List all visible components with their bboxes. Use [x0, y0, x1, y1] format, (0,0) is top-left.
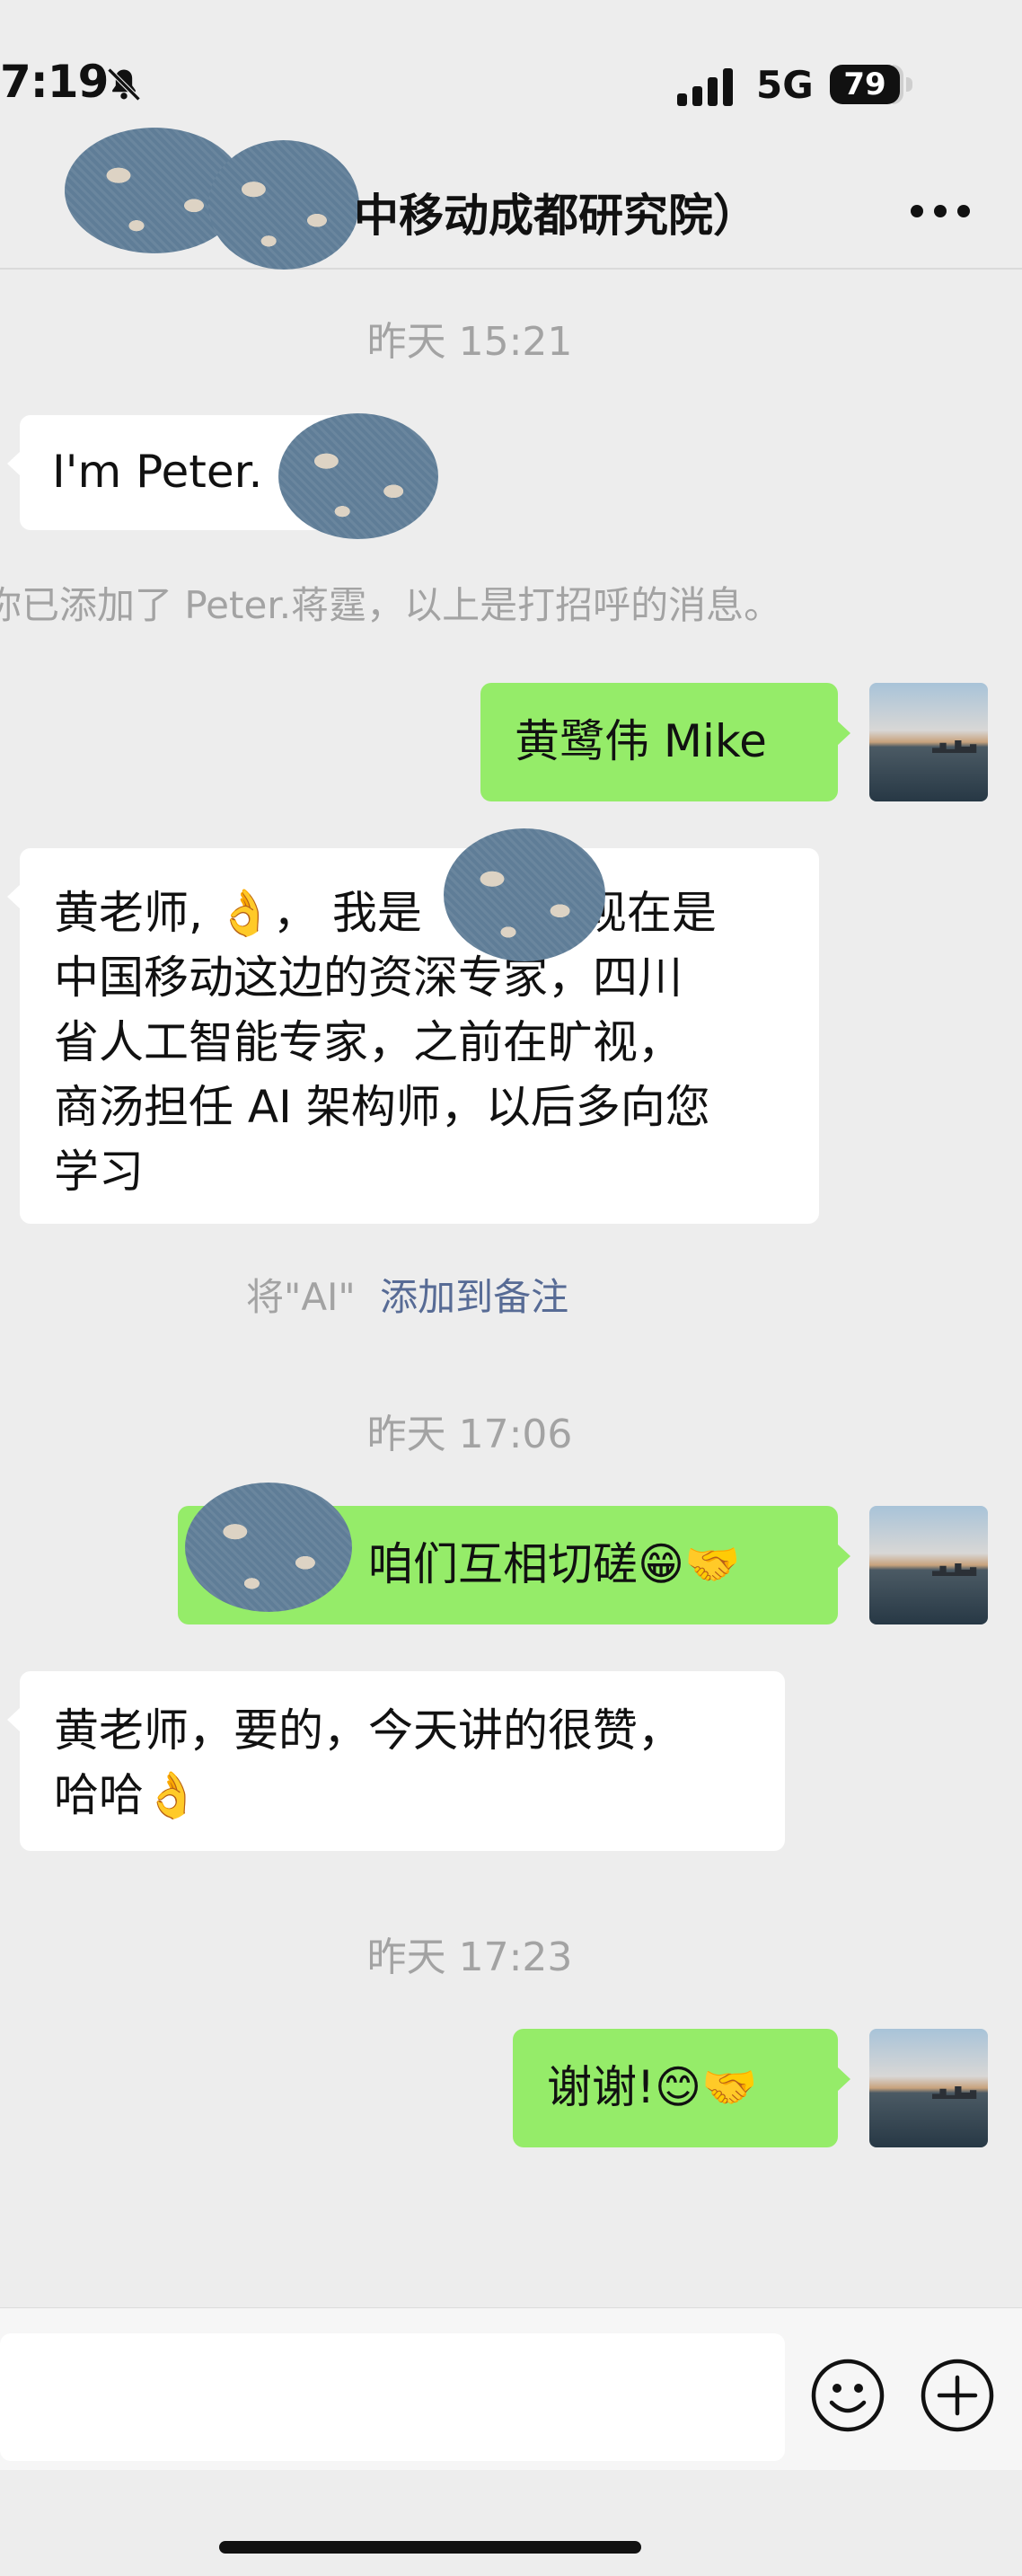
received-message-bubble[interactable]: 黄老师, 👌， 我是 现在是 中国移动这边的资深专家，四川 省人工智能专家，之前在…	[7, 848, 819, 1224]
status-time: 7:19	[0, 56, 109, 108]
remark-suggestion: 将"AI" 添加到备注	[246, 1267, 568, 1322]
my-avatar[interactable]	[869, 2029, 988, 2147]
privacy-mask	[278, 413, 438, 539]
message-input[interactable]	[0, 2333, 785, 2461]
sent-message-bubble[interactable]: 谢谢!😊🤝	[513, 2029, 850, 2147]
message-text: 哈哈👌	[54, 1769, 200, 1821]
timestamp: 昨天 17:06	[366, 1412, 573, 1457]
add-remark-link[interactable]: 添加到备注	[380, 1275, 568, 1319]
battery-tip	[906, 77, 912, 92]
timestamp: 昨天 17:23	[366, 1934, 573, 1980]
message-text: 黄老师，要的，今天讲的很赞，	[54, 1704, 683, 1757]
message-text: 黄老师, 👌， 我是	[54, 887, 422, 939]
privacy-mask	[185, 1483, 352, 1612]
home-indicator[interactable]	[219, 2541, 641, 2554]
bell-slash-icon	[107, 67, 141, 102]
received-message-bubble[interactable]: 黄老师，要的，今天讲的很赞， 哈哈👌	[7, 1671, 785, 1851]
my-avatar[interactable]	[869, 1506, 988, 1624]
emoji-icon[interactable]	[810, 2358, 885, 2433]
plus-icon[interactable]	[920, 2358, 995, 2433]
message-text: 省人工智能专家，之前在旷视，	[54, 1016, 683, 1068]
message-text: I'm Peter.	[52, 446, 263, 498]
message-text: 学习	[54, 1146, 144, 1198]
message-text: 咱们互相切磋😁🤝	[368, 1538, 741, 1590]
sent-message-bubble[interactable]: 黄鹭伟 Mike	[480, 683, 850, 801]
network-type: 5G	[756, 63, 814, 107]
my-avatar[interactable]	[869, 683, 988, 801]
message-text: 商汤担任 AI 架构师，以后多向您	[54, 1081, 710, 1133]
more-dots-icon[interactable]	[911, 205, 970, 217]
battery-icon: 79	[830, 65, 900, 104]
chat-title: 中移动成都研究院）	[354, 190, 758, 242]
message-text: 谢谢!😊🤝	[547, 2061, 758, 2113]
privacy-mask	[444, 828, 605, 961]
timestamp: 昨天 15:21	[366, 319, 573, 365]
system-message: 你已添加了 Peter.蒋霆，以上是打招呼的消息。	[0, 583, 782, 627]
message-text: 中国移动这边的资深专家，四川	[54, 952, 683, 1004]
message-text: 黄鹭伟 Mike	[515, 715, 767, 767]
remark-prefix: 将"AI"	[246, 1275, 356, 1319]
cellular-signal-icon	[677, 68, 733, 106]
privacy-mask	[208, 140, 359, 270]
